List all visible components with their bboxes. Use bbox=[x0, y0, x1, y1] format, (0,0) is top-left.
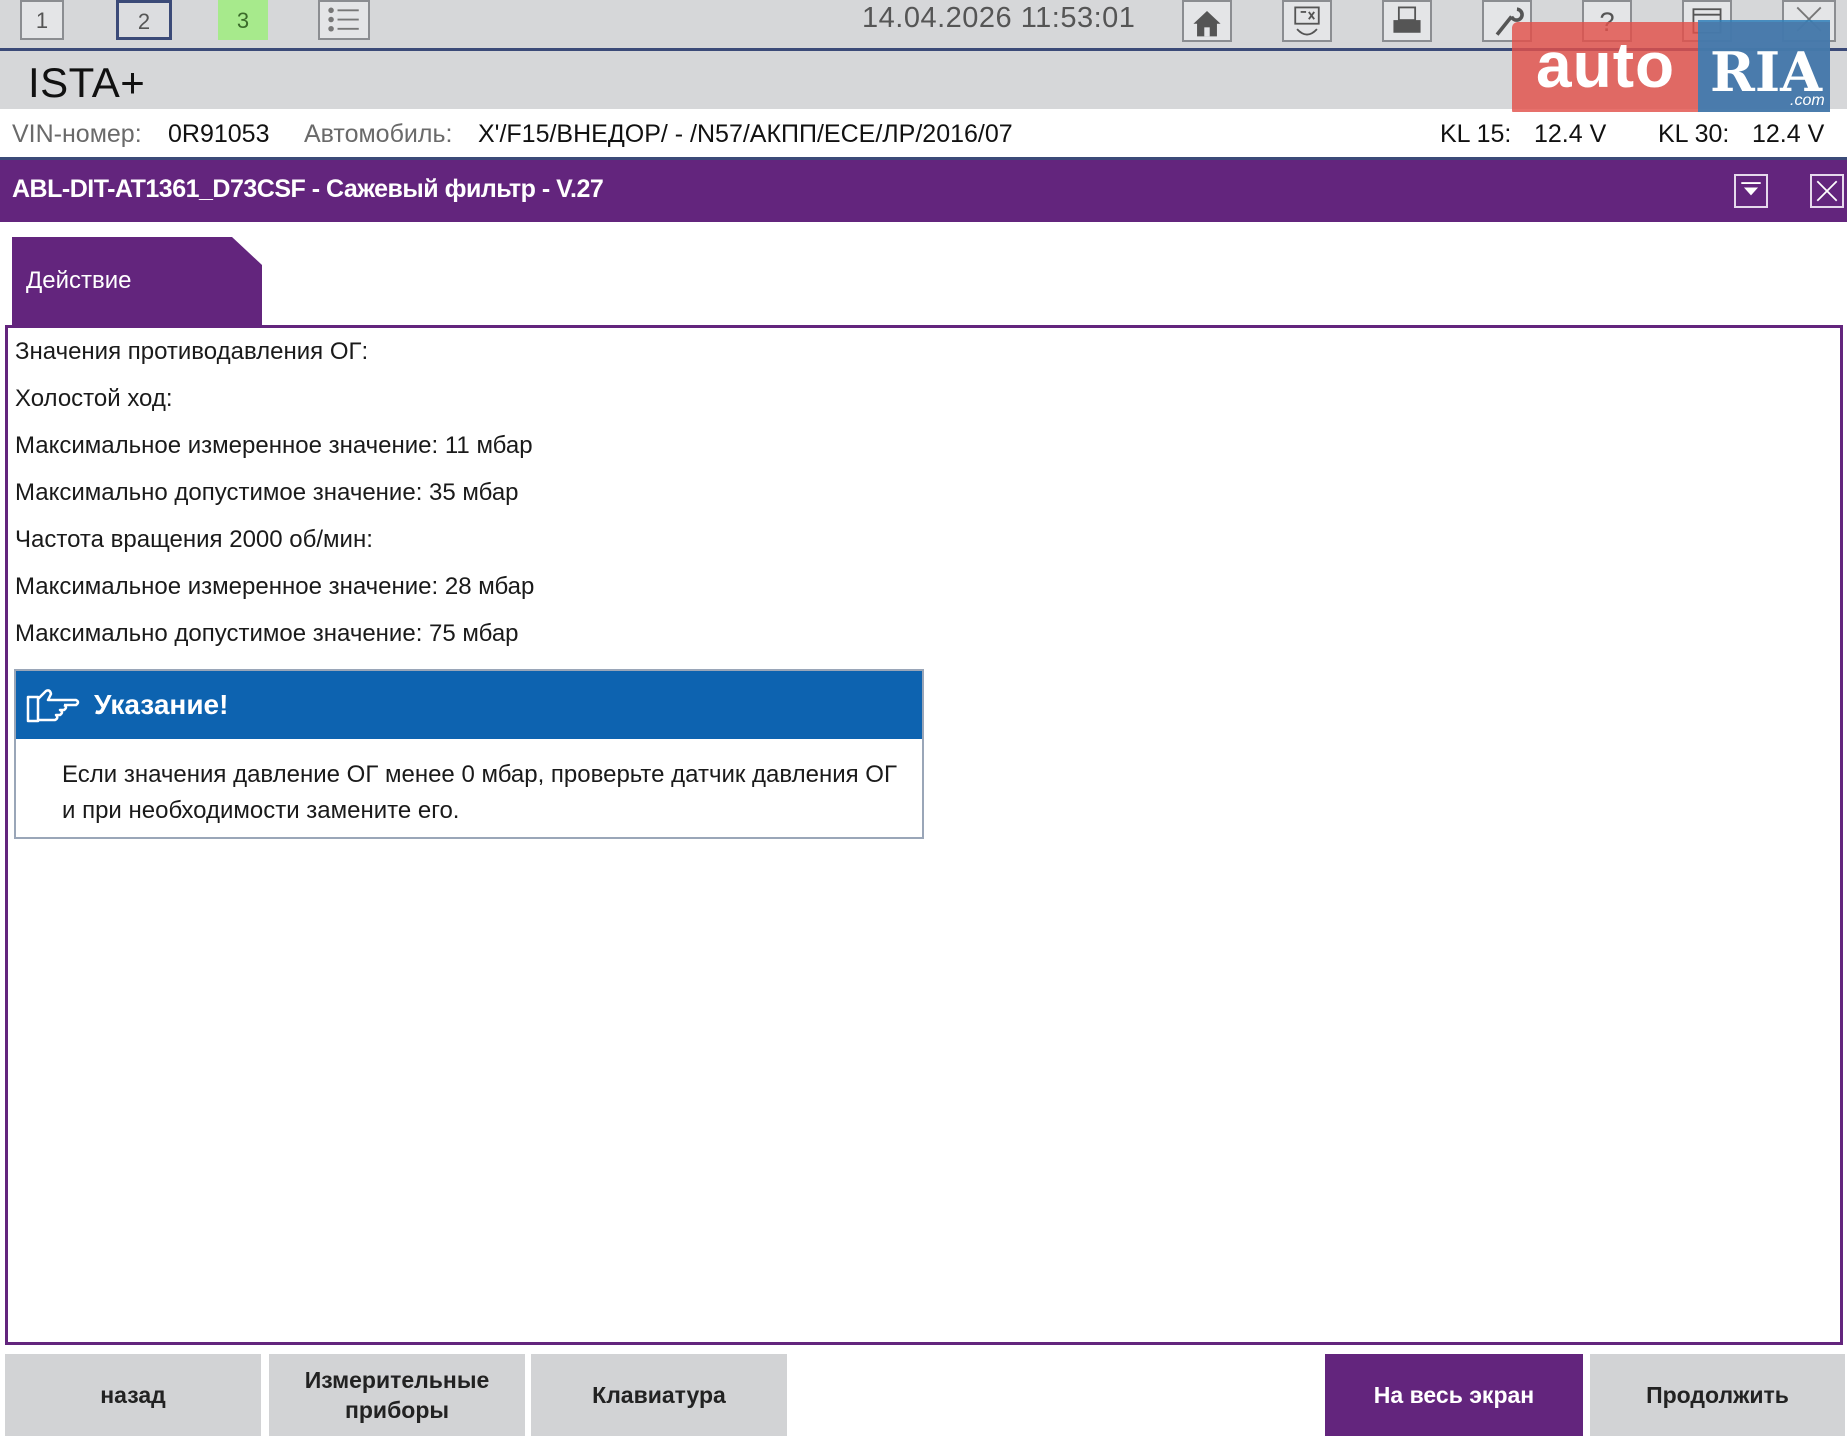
session-tab-2[interactable]: 2 bbox=[116, 0, 172, 40]
back-button[interactable]: назад bbox=[5, 1354, 261, 1436]
watermark-text-auto: auto bbox=[1536, 29, 1676, 101]
car-value: X'/F15/ВНЕДОР/ - /N57/АКПП/ЕСЕ/ЛР/2016/0… bbox=[478, 120, 1013, 148]
vin-label: VIN-номер: bbox=[12, 120, 142, 148]
vehicle-scan-icon[interactable] bbox=[1282, 0, 1332, 42]
hint-box: Указание! Если значения давление ОГ мене… bbox=[14, 669, 924, 839]
text-line: Максимальное измеренное значение: 28 мба… bbox=[15, 573, 535, 600]
hint-header: Указание! bbox=[16, 671, 922, 739]
measuring-devices-button[interactable]: Измерительные приборы bbox=[269, 1354, 525, 1436]
text-line: Холостой ход: bbox=[15, 385, 173, 412]
continue-button[interactable]: Продолжить bbox=[1590, 1354, 1845, 1436]
app-title: ISTA+ bbox=[28, 59, 146, 106]
text-line: Значения противодавления ОГ: bbox=[15, 338, 369, 365]
tab-action-label: Действие bbox=[26, 267, 132, 294]
kl30-value: 12.4 V bbox=[1752, 120, 1825, 148]
pointing-hand-icon bbox=[24, 685, 82, 725]
tab-action[interactable]: Действие bbox=[12, 237, 262, 327]
car-label: Автомобиль: bbox=[304, 120, 453, 148]
window-title-bar: ABL-DIT-AT1361_D73CSF - Сажевый фильтр -… bbox=[0, 160, 1847, 222]
text-line: Частота вращения 2000 об/мин: bbox=[15, 526, 373, 553]
keyboard-button[interactable]: Клавиатура bbox=[531, 1354, 787, 1436]
close-window-icon[interactable] bbox=[1810, 174, 1844, 208]
content-panel: Значения противодавления ОГ: Холостой хо… bbox=[5, 325, 1843, 1345]
hint-body: Если значения давление ОГ менее 0 мбар, … bbox=[62, 761, 897, 824]
kl15-label: KL 15: bbox=[1440, 120, 1512, 148]
text-line: Максимально допустимое значение: 75 мбар bbox=[15, 620, 519, 647]
vehicle-info-bar: VIN-номер: 0R91053 Автомобиль: X'/F15/ВН… bbox=[0, 112, 1847, 160]
kl30-label: KL 30: bbox=[1658, 120, 1730, 148]
list-icon[interactable] bbox=[318, 0, 370, 40]
text-line: Максимально допустимое значение: 35 мбар bbox=[15, 479, 519, 506]
text-line: Максимальное измеренное значение: 11 мба… bbox=[15, 432, 533, 459]
datetime-display: 14.04.2026 11:53:01 bbox=[862, 2, 1136, 34]
watermark-text-com: .com bbox=[1790, 92, 1825, 109]
hint-title: Указание! bbox=[94, 689, 229, 720]
vin-value: 0R91053 bbox=[168, 120, 270, 148]
kl15-value: 12.4 V bbox=[1534, 120, 1607, 148]
session-tab-3[interactable]: 3 bbox=[218, 0, 268, 40]
window-title: ABL-DIT-AT1361_D73CSF - Сажевый фильтр -… bbox=[12, 175, 604, 203]
fullscreen-button[interactable]: На весь экран bbox=[1325, 1354, 1583, 1436]
session-tab-1[interactable]: 1 bbox=[20, 0, 64, 40]
measuring-devices-label: Измерительные приборы bbox=[304, 1367, 490, 1423]
minimize-icon[interactable] bbox=[1734, 174, 1768, 208]
printer-icon[interactable] bbox=[1382, 0, 1432, 42]
home-icon[interactable] bbox=[1182, 0, 1232, 42]
